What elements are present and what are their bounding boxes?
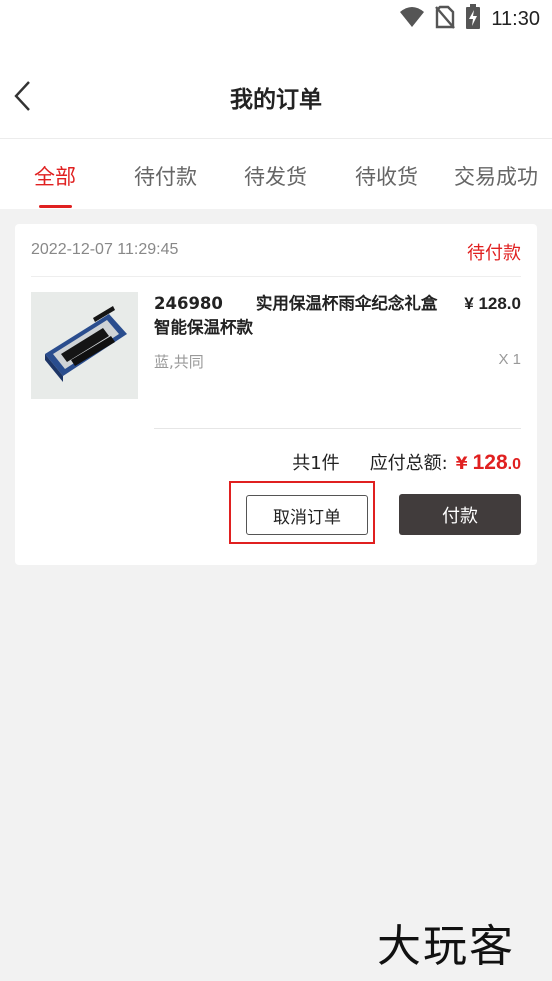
order-tabs: 全部 待付款 待发货 待收货 交易成功 — [0, 139, 552, 209]
tab-pending-payment[interactable]: 待付款 — [134, 161, 197, 191]
item-count: 共1件 — [292, 453, 340, 474]
currency-symbol: ¥ — [455, 454, 468, 474]
order-time: 2022-12-07 11:29:45 — [31, 241, 179, 258]
battery-charging-icon — [465, 4, 481, 34]
wifi-icon — [399, 6, 425, 32]
product-price: ¥ 128.0 — [464, 294, 521, 313]
divider — [154, 428, 521, 429]
total-label: 应付总额: — [369, 453, 448, 474]
no-sim-icon — [435, 5, 456, 33]
watermark-logo: 大玩客 — [377, 921, 515, 972]
total-amount-integer: 128 — [472, 451, 508, 474]
status-time: 11:30 — [491, 7, 540, 30]
total-amount-decimal: .0 — [507, 456, 521, 473]
nav-bar: 我的订单 — [0, 40, 552, 139]
product-thumbnail[interactable] — [31, 292, 138, 399]
divider — [31, 276, 521, 277]
page-title: 我的订单 — [230, 87, 322, 113]
product-quantity: X 1 — [498, 351, 521, 368]
tab-pending-shipment[interactable]: 待发货 — [244, 161, 307, 191]
product-variant: 蓝,共同 — [154, 353, 204, 371]
cancel-order-button[interactable]: 取消订单 — [246, 495, 368, 535]
status-icons: 11:30 — [399, 4, 540, 34]
umbrella-gift-box-image — [31, 292, 138, 399]
order-status: 待付款 — [467, 243, 521, 264]
order-summary: 共1件 应付总额: ¥ 128 .0 — [292, 449, 521, 475]
tab-pending-receipt[interactable]: 待收货 — [355, 161, 418, 191]
tab-all[interactable]: 全部 — [34, 161, 76, 191]
product-name[interactable]: 246980 实用保温杯雨伞纪念礼盒 智能保温杯款 — [154, 292, 450, 340]
status-bar: 11:30 — [0, 0, 552, 40]
pay-button[interactable]: 付款 — [399, 494, 521, 535]
active-tab-indicator — [39, 205, 72, 208]
tab-completed[interactable]: 交易成功 — [454, 161, 538, 191]
